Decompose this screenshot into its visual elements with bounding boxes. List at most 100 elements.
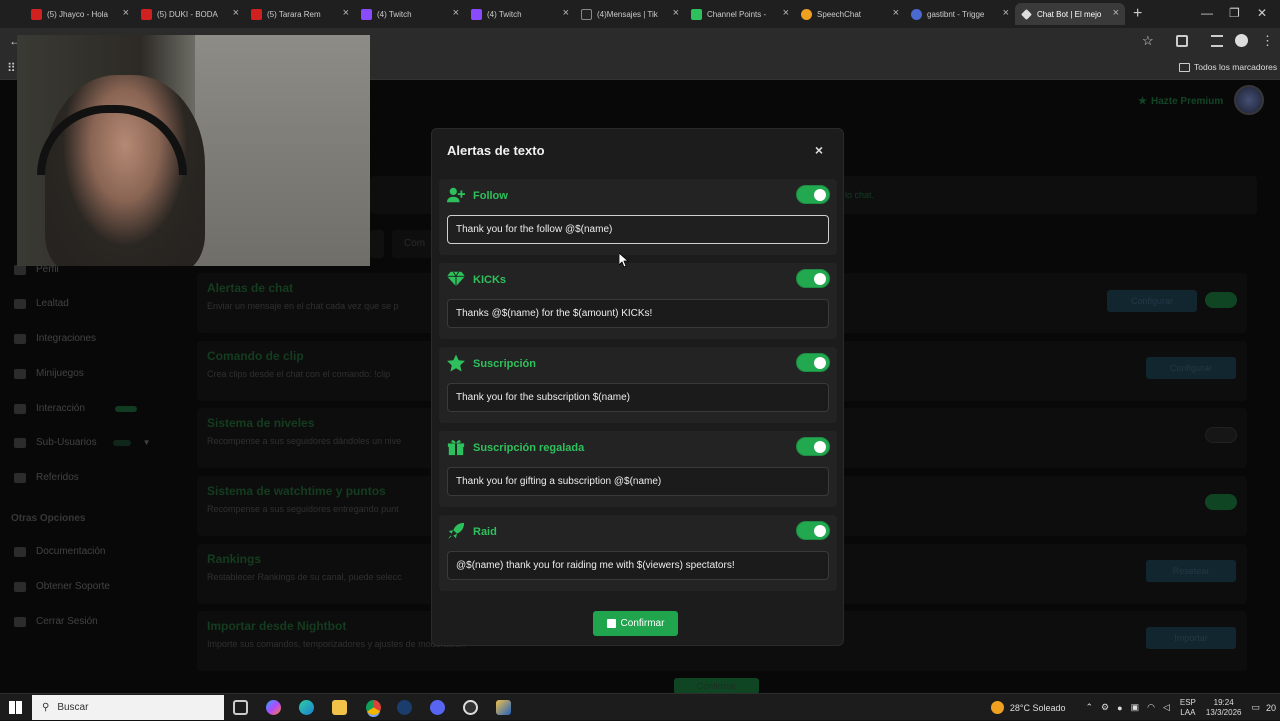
close-tab-icon[interactable]: × bbox=[893, 7, 899, 19]
minimize-icon[interactable]: — bbox=[1201, 6, 1213, 20]
notifications-icon[interactable]: ▭ bbox=[1251, 702, 1260, 713]
volume-icon[interactable]: ◁ bbox=[1163, 702, 1170, 713]
alert-toggle[interactable] bbox=[796, 269, 830, 288]
network-icon[interactable]: ⚙ bbox=[1101, 702, 1109, 713]
youtube-icon bbox=[141, 8, 152, 20]
close-icon[interactable]: × bbox=[815, 142, 823, 158]
trigger-icon bbox=[911, 8, 922, 20]
mic-icon[interactable]: ● bbox=[1117, 703, 1122, 713]
alert-message-input[interactable]: Thank you for the follow @$(name) bbox=[447, 215, 829, 244]
alert-message-input[interactable]: Thank you for the subscription $(name) bbox=[447, 383, 829, 412]
alert-label: Follow bbox=[473, 190, 508, 202]
search-icon: ⚲ bbox=[42, 702, 50, 713]
alert-toggle[interactable] bbox=[796, 353, 830, 372]
windows-taskbar: ⚲ Buscar 28°C Soleado ⌃ ⚙ ● ▣ ◠ ◁ ESP LAA… bbox=[0, 693, 1280, 720]
weather-sun-icon bbox=[990, 701, 1004, 714]
alert-label: Suscripción regalada bbox=[473, 442, 585, 454]
taskbar-search[interactable]: ⚲ Buscar bbox=[32, 695, 224, 720]
alert-label: Suscripción bbox=[473, 358, 536, 370]
close-window-icon[interactable]: ✕ bbox=[1257, 6, 1267, 20]
chevron-up-icon[interactable]: ⌃ bbox=[1086, 702, 1094, 713]
rocket-icon bbox=[447, 522, 465, 540]
alert-message-input[interactable]: @$(name) thank you for raiding me with $… bbox=[447, 551, 829, 580]
media-icon[interactable] bbox=[1211, 35, 1223, 47]
star-icon bbox=[447, 354, 465, 372]
tiktok-icon bbox=[581, 8, 592, 20]
browser-tab[interactable]: gastibnt - Trigge × bbox=[905, 3, 1015, 25]
alert-label: Raid bbox=[473, 526, 497, 538]
task-view-icon[interactable] bbox=[233, 700, 248, 715]
close-tab-icon[interactable]: × bbox=[783, 7, 789, 19]
alert-toggle[interactable] bbox=[796, 437, 830, 456]
obs-icon[interactable] bbox=[463, 700, 478, 715]
tray-app-icon[interactable]: ▣ bbox=[1131, 702, 1140, 713]
windows-start-icon[interactable] bbox=[9, 701, 22, 714]
close-tab-icon[interactable]: × bbox=[1113, 7, 1119, 19]
maximize-icon[interactable]: ❐ bbox=[1229, 6, 1240, 20]
close-tab-icon[interactable]: × bbox=[1003, 7, 1009, 19]
steam-icon[interactable] bbox=[397, 700, 412, 715]
modal-title: Alertas de texto bbox=[447, 143, 545, 158]
chrome-icon[interactable] bbox=[366, 700, 381, 715]
file-explorer-icon[interactable] bbox=[332, 700, 347, 715]
chatbot-icon bbox=[1021, 8, 1032, 20]
notification-count: 20 bbox=[1265, 702, 1276, 713]
edge-icon[interactable] bbox=[299, 700, 314, 715]
alert-kicks: KICKs Thanks @$(name) for the $(amount) … bbox=[439, 263, 837, 339]
save-icon bbox=[606, 619, 616, 628]
system-tray: 28°C Soleado ⌃ ⚙ ● ▣ ◠ ◁ ESP LAA 19:24 13/… bbox=[990, 694, 1280, 721]
browser-tab-active[interactable]: Chat Bot | El mejo × bbox=[1015, 3, 1125, 25]
browser-tab[interactable]: (4) Twitch × bbox=[355, 3, 465, 25]
menu-icon[interactable]: ⋮ bbox=[1261, 33, 1274, 49]
extensions-icon[interactable] bbox=[1176, 35, 1188, 47]
alert-follow: Follow Thank you for the follow @$(name) bbox=[439, 179, 837, 255]
alert-toggle[interactable] bbox=[796, 185, 830, 204]
apps-icon[interactable]: ⠿ bbox=[7, 61, 16, 75]
browser-tab[interactable]: (4) Twitch × bbox=[465, 3, 575, 25]
profile-icon[interactable] bbox=[1235, 34, 1248, 47]
webcam-feed bbox=[17, 35, 370, 266]
speechchat-icon bbox=[801, 8, 812, 20]
alert-subscription: Suscripción Thank you for the subscripti… bbox=[439, 347, 837, 423]
confirm-button[interactable]: Confirmar bbox=[593, 611, 678, 636]
alert-label: KICKs bbox=[473, 274, 507, 286]
new-tab-icon[interactable]: + bbox=[1133, 5, 1142, 23]
close-tab-icon[interactable]: × bbox=[123, 7, 129, 19]
discord-icon[interactable] bbox=[430, 700, 445, 715]
close-tab-icon[interactable]: × bbox=[343, 7, 349, 19]
alert-message-input[interactable]: Thank you for gifting a subscription @$(… bbox=[447, 467, 829, 496]
close-tab-icon[interactable]: × bbox=[673, 7, 679, 19]
user-plus-icon bbox=[447, 187, 465, 203]
youtube-icon bbox=[31, 8, 42, 20]
browser-tab[interactable]: SpeechChat × bbox=[795, 3, 905, 25]
close-tab-icon[interactable]: × bbox=[233, 7, 239, 19]
browser-tab-bar: (5) Jhayco - Hola × (5) DUKI - BODA × (5) … bbox=[0, 0, 1280, 28]
wall-texture bbox=[195, 35, 370, 266]
browser-tab[interactable]: (5) DUKI - BODA × bbox=[135, 3, 245, 25]
browser-tab[interactable]: (5) Jhayco - Hola × bbox=[25, 3, 135, 25]
close-tab-icon[interactable]: × bbox=[563, 7, 569, 19]
copilot-icon[interactable] bbox=[266, 700, 281, 715]
clock[interactable]: 19:24 13/3/2026 bbox=[1206, 698, 1242, 718]
bookmark-star-icon[interactable]: ☆ bbox=[1142, 33, 1154, 49]
alert-raid: Raid @$(name) thank you for raiding me w… bbox=[439, 515, 837, 591]
language-indicator[interactable]: ESP LAA bbox=[1180, 698, 1196, 718]
folder-icon bbox=[1179, 63, 1190, 72]
browser-tab[interactable]: (5) Tarara Rem × bbox=[245, 3, 355, 25]
browser-tab[interactable]: Channel Points - × bbox=[685, 3, 795, 25]
alert-gifted-subscription: Suscripción regalada Thank you for gifti… bbox=[439, 431, 837, 507]
weather-text[interactable]: 28°C Soleado bbox=[1010, 703, 1066, 713]
youtube-icon bbox=[251, 8, 262, 20]
kick-icon bbox=[691, 8, 702, 20]
alert-message-input[interactable]: Thanks @$(name) for the $(amount) KICKs! bbox=[447, 299, 829, 328]
app-icon[interactable] bbox=[496, 700, 511, 715]
alert-toggle[interactable] bbox=[796, 521, 830, 540]
close-tab-icon[interactable]: × bbox=[453, 7, 459, 19]
wifi-icon[interactable]: ◠ bbox=[1147, 702, 1155, 713]
gift-icon bbox=[447, 440, 465, 456]
all-bookmarks-label[interactable]: Todos los marcadores bbox=[1194, 62, 1277, 72]
twitch-icon bbox=[471, 8, 482, 20]
mouse-cursor-icon bbox=[619, 253, 629, 268]
browser-tab[interactable]: (4)Mensajes | Tik × bbox=[575, 3, 685, 25]
text-alerts-modal: Alertas de texto × Follow Thank you for … bbox=[431, 128, 844, 646]
